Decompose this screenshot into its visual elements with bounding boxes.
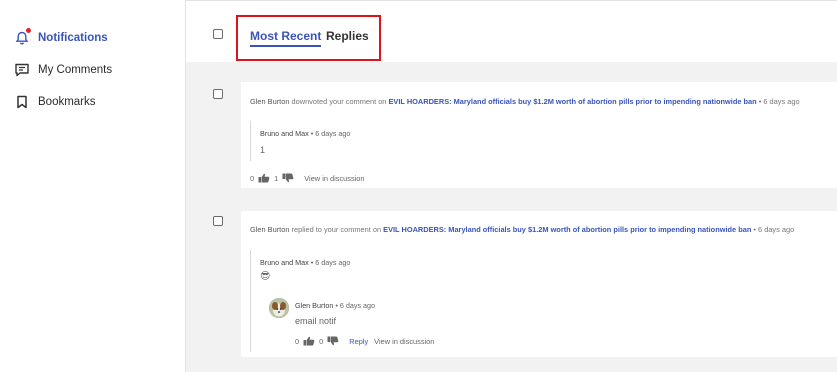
thumbs-down-icon[interactable]: [282, 173, 294, 183]
comment-author[interactable]: Bruno and Max: [260, 129, 309, 138]
notifications-panel: Most Recent Replies Glen Burton downvote…: [186, 0, 837, 372]
notification-headline: Glen Burton replied to your comment on E…: [250, 225, 794, 234]
comment-icon: [13, 61, 31, 79]
notification-checkbox[interactable]: [213, 89, 223, 99]
sidebar-item-label: Bookmarks: [38, 96, 96, 108]
avatar[interactable]: [269, 298, 289, 318]
notification-headline: Glen Burton downvoted your comment on EV…: [250, 97, 800, 106]
notification-time: • 6 days ago: [758, 97, 800, 106]
notification-card: Glen Burton replied to your comment on E…: [241, 211, 837, 357]
thumbs-up-icon[interactable]: [258, 173, 270, 183]
reply-author[interactable]: Glen Burton: [295, 301, 333, 310]
reply-time: • 6 days ago: [335, 301, 376, 310]
thumbs-up-icon[interactable]: [303, 336, 315, 346]
comment-time: • 6 days ago: [310, 258, 351, 267]
downvote-count: 0: [319, 336, 324, 346]
comment-emoji: 😎: [260, 271, 271, 282]
thumbs-down-icon[interactable]: [327, 336, 339, 346]
upvote-count: 0: [250, 173, 255, 183]
comment-actions: 0 1 View in discussion: [250, 173, 365, 183]
comment-meta: Bruno and Max • 6 days ago: [260, 129, 350, 138]
sidebar-item-my-comments[interactable]: My Comments: [13, 61, 112, 79]
bookmark-icon: [13, 93, 31, 111]
tab-most-recent[interactable]: Most Recent: [250, 29, 322, 47]
notification-badge: [26, 28, 31, 33]
comment-meta: Bruno and Max • 6 days ago: [260, 258, 350, 267]
sidebar-item-label: Notifications: [38, 32, 108, 44]
comment-author[interactable]: Bruno and Max: [260, 258, 309, 267]
notification-card: Glen Burton downvoted your comment on EV…: [241, 82, 837, 188]
bell-icon: [13, 28, 31, 47]
sidebar-item-label: My Comments: [38, 64, 113, 76]
notification-time: • 6 days ago: [753, 225, 795, 234]
actor-name[interactable]: Glen Burton: [250, 97, 289, 106]
view-in-discussion-link[interactable]: View in discussion: [374, 337, 434, 346]
reply-meta: Glen Burton • 6 days ago: [295, 301, 375, 310]
article-link[interactable]: EVIL HOARDERS: Maryland officials buy $1…: [383, 225, 751, 234]
sidebar-item-notifications[interactable]: Notifications: [13, 28, 108, 47]
sidebar: Notifications My Comments Bookmarks: [0, 0, 186, 372]
upvote-count: 0: [295, 336, 300, 346]
highlight-box: Most Recent Replies: [236, 15, 381, 61]
tab-replies[interactable]: Replies: [326, 29, 369, 43]
select-all-checkbox[interactable]: [213, 29, 223, 39]
comment-thread: Bruno and Max • 6 days ago 1: [250, 121, 820, 161]
comment-thread: Bruno and Max • 6 days ago 😎 Glen Burton…: [250, 250, 820, 352]
comment-text: 1: [260, 145, 266, 155]
comment-time: • 6 days ago: [310, 129, 351, 138]
reply-actions: 0 0 Reply View in discussion: [295, 336, 434, 346]
sidebar-item-bookmarks[interactable]: Bookmarks: [13, 93, 96, 111]
reply-text: email notif: [295, 316, 337, 326]
view-in-discussion-link[interactable]: View in discussion: [304, 174, 364, 183]
notification-action: downvoted your comment on: [291, 97, 387, 106]
article-link[interactable]: EVIL HOARDERS: Maryland officials buy $1…: [388, 97, 756, 106]
notification-checkbox[interactable]: [213, 216, 223, 226]
downvote-count: 1: [274, 173, 279, 183]
notification-action: replied to your comment on: [291, 225, 382, 234]
reply-button[interactable]: Reply: [349, 337, 368, 346]
actor-name[interactable]: Glen Burton: [250, 225, 289, 234]
tabs-bar: Most Recent Replies: [186, 0, 837, 62]
